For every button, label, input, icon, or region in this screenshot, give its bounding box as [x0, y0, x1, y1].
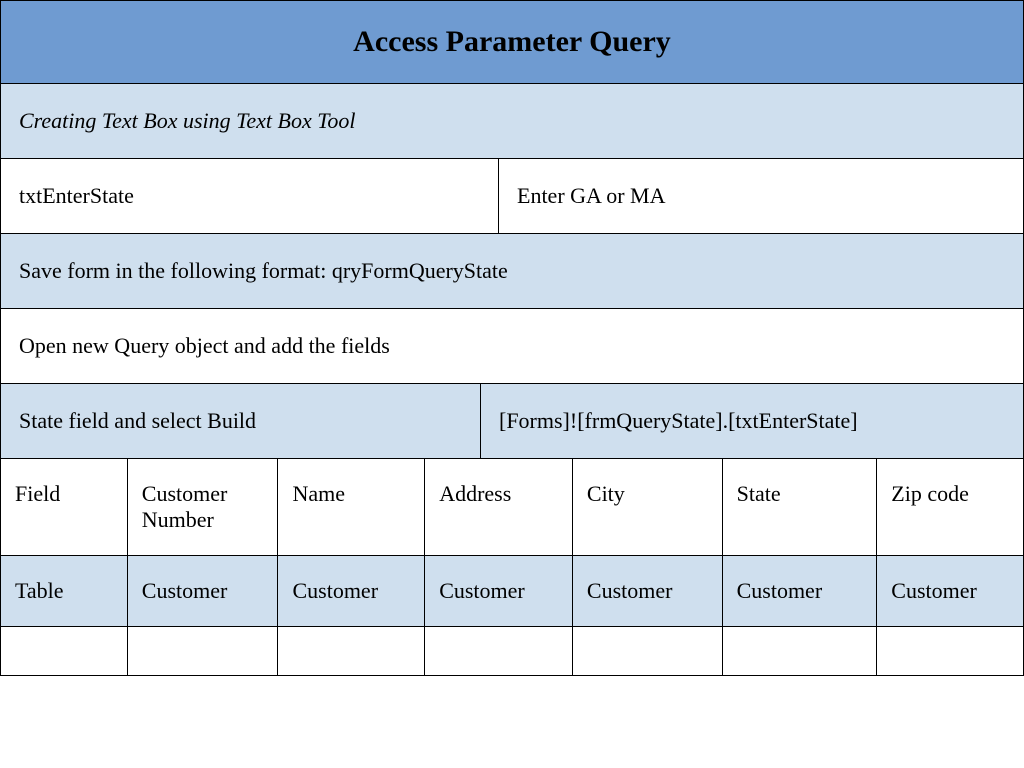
document-table: Access Parameter Query Creating Text Box…: [0, 0, 1024, 676]
grid-cell: Table: [1, 556, 128, 626]
build-expression-cell: [Forms]![frmQueryState].[txtEnterState]: [481, 384, 1023, 458]
open-instruction-text: Open new Query object and add the fields: [1, 309, 1023, 383]
grid-cell: [877, 627, 1023, 675]
build-label-cell: State field and select Build: [1, 384, 481, 458]
grid-table-row: Table Customer Customer Customer Custome…: [1, 556, 1023, 627]
textbox-prompt-cell: Enter GA or MA: [499, 159, 1023, 233]
grid-cell: Address: [425, 459, 573, 555]
save-instruction-text: Save form in the following format: qryFo…: [1, 234, 1023, 308]
grid-cell: [573, 627, 723, 675]
textbox-definition-row: txtEnterState Enter GA or MA: [1, 159, 1023, 234]
grid-cell: Name: [278, 459, 425, 555]
grid-cell: Zip code: [877, 459, 1023, 555]
subtitle-text: Creating Text Box using Text Box Tool: [1, 84, 1023, 158]
grid-cell: City: [573, 459, 723, 555]
grid-cell: [278, 627, 425, 675]
grid-cell: [1, 627, 128, 675]
grid-cell: Customer: [128, 556, 279, 626]
grid-field-row: Field Customer Number Name Address City …: [1, 459, 1023, 556]
grid-cell: Customer Number: [128, 459, 279, 555]
grid-cell: Customer: [723, 556, 878, 626]
grid-cell: Customer: [573, 556, 723, 626]
grid-cell: Customer: [425, 556, 573, 626]
open-instruction-row: Open new Query object and add the fields: [1, 309, 1023, 384]
build-row: State field and select Build [Forms]![fr…: [1, 384, 1023, 459]
textbox-name-cell: txtEnterState: [1, 159, 499, 233]
grid-cell: [128, 627, 279, 675]
title-row: Access Parameter Query: [1, 1, 1023, 84]
grid-cell: Field: [1, 459, 128, 555]
grid-cell: Customer: [877, 556, 1023, 626]
save-instruction-row: Save form in the following format: qryFo…: [1, 234, 1023, 309]
grid-cell: State: [723, 459, 878, 555]
grid-stub-row: [1, 627, 1023, 676]
subtitle-row: Creating Text Box using Text Box Tool: [1, 84, 1023, 159]
grid-cell: [425, 627, 573, 675]
grid-cell: Customer: [278, 556, 425, 626]
grid-cell: [723, 627, 878, 675]
document-title: Access Parameter Query: [1, 1, 1023, 83]
